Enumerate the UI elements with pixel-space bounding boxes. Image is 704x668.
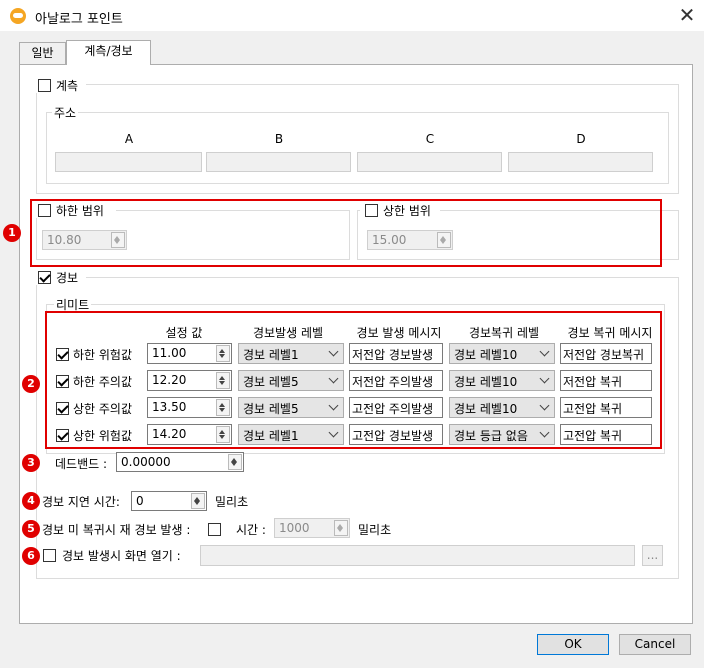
address-field-a[interactable]: [55, 152, 202, 172]
deadband-label: 데드밴드 :: [55, 457, 108, 471]
realarm-unit: 밀리초: [358, 523, 392, 537]
address-col-c: C: [425, 132, 435, 146]
badge-4: 4: [22, 492, 40, 510]
cancel-button[interactable]: Cancel: [619, 634, 691, 655]
measure-label: 계측: [56, 79, 79, 93]
open-screen-label: 경보 발생시 화면 열기 :: [62, 549, 181, 563]
address-col-d: D: [576, 132, 586, 146]
close-icon[interactable]: ✕: [676, 4, 698, 26]
stepper-arrows-icon[interactable]: [334, 520, 348, 536]
delay-label: 경보 지연 시간:: [42, 495, 120, 509]
address-group-title: 주소: [52, 104, 79, 121]
highlight-box-2: [45, 311, 662, 449]
address-col-a: A: [124, 132, 134, 146]
highlight-box-1: [30, 199, 662, 267]
window-title: 아날로그 포인트: [35, 12, 123, 27]
open-screen-checkbox[interactable]: [43, 549, 56, 562]
badge-2: 2: [22, 375, 40, 393]
badge-5: 5: [22, 520, 40, 538]
badge-6: 6: [22, 547, 40, 565]
open-screen-path-field[interactable]: [200, 545, 635, 566]
stepper-arrows-icon[interactable]: [191, 493, 205, 509]
alarm-checkbox[interactable]: [38, 271, 51, 284]
alarm-label: 경보: [56, 271, 79, 285]
title-bar: 아날로그 포인트 ✕: [0, 0, 704, 31]
badge-1: 1: [3, 224, 21, 242]
address-field-b[interactable]: [206, 152, 351, 172]
measure-checkbox[interactable]: [38, 79, 51, 92]
address-col-b: B: [274, 132, 284, 146]
browse-button[interactable]: ...: [642, 545, 663, 566]
tab-general[interactable]: 일반: [19, 42, 66, 64]
address-field-d[interactable]: [508, 152, 653, 172]
app-icon: [10, 8, 26, 24]
realarm-label: 경보 미 복귀시 재 경보 발생 :: [42, 523, 191, 537]
realarm-checkbox[interactable]: [208, 523, 221, 536]
address-field-c[interactable]: [357, 152, 502, 172]
delay-stepper[interactable]: 0: [131, 491, 207, 511]
ok-button[interactable]: OK: [537, 634, 609, 655]
realarm-time-label: 시간 :: [236, 523, 266, 537]
stepper-arrows-icon[interactable]: [228, 454, 242, 470]
realarm-time-stepper[interactable]: 1000: [274, 518, 350, 538]
tab-measure-alarm[interactable]: 계측/경보: [66, 40, 151, 65]
address-group: [46, 112, 669, 184]
badge-3: 3: [22, 454, 40, 472]
delay-unit: 밀리초: [215, 495, 249, 509]
deadband-stepper[interactable]: 0.00000: [116, 452, 244, 472]
